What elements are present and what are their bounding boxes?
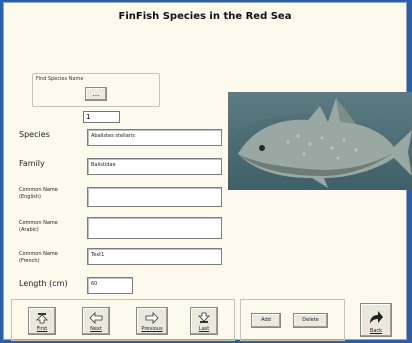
previous-button-label: Previous xyxy=(141,326,163,332)
arrow-left-icon xyxy=(89,312,103,324)
species-field[interactable]: Abalistes stellaris xyxy=(87,129,222,146)
previous-button[interactable]: Previous xyxy=(136,307,168,335)
find-species-label: Find Species Name xyxy=(36,76,84,82)
length-field[interactable]: 60 xyxy=(87,277,133,294)
back-button-label: Back xyxy=(369,328,383,334)
last-button-label: Last xyxy=(198,326,210,332)
common-name-french-label: Common Name (French) xyxy=(19,251,58,264)
add-button[interactable]: Add xyxy=(251,313,281,328)
delete-button[interactable]: Delete xyxy=(293,313,328,328)
first-button-label: First xyxy=(36,326,48,332)
find-species-group: Find Species Name ... xyxy=(32,73,160,107)
first-record-icon xyxy=(36,313,48,324)
find-species-button[interactable]: ... xyxy=(85,87,107,101)
first-button[interactable]: First xyxy=(28,307,56,335)
navigation-group: First Next Previous Last xyxy=(11,299,235,341)
common-name-arabic-label: Common Name (Arabic) xyxy=(19,220,58,233)
family-field[interactable]: Balistidae xyxy=(87,158,222,175)
common-name-english-label: Common Name (English) xyxy=(19,187,58,200)
last-record-icon xyxy=(198,312,210,323)
next-button-label: Next xyxy=(90,326,102,332)
family-label: Family xyxy=(19,159,45,168)
back-button[interactable]: Back xyxy=(360,303,392,337)
fish-photo xyxy=(228,92,412,190)
curved-arrow-icon xyxy=(370,311,383,324)
common-name-english-field[interactable] xyxy=(87,187,222,207)
actions-group: Add Delete xyxy=(240,299,345,341)
common-name-arabic-field[interactable] xyxy=(87,217,222,239)
triggerfish-image xyxy=(233,98,412,188)
length-label: Length (cm) xyxy=(19,279,68,288)
last-button[interactable]: Last xyxy=(190,307,218,335)
arrow-right-icon xyxy=(145,312,159,324)
form-title: FinFish Species in the Red Sea xyxy=(118,11,292,22)
common-name-french-field[interactable]: Text1 xyxy=(87,248,222,265)
form-window: FinFish Species in the Red Sea Find Spec… xyxy=(3,2,412,340)
species-label: Species xyxy=(19,130,50,139)
record-number-field[interactable]: 1 xyxy=(83,111,120,123)
next-button[interactable]: Next xyxy=(82,307,110,335)
